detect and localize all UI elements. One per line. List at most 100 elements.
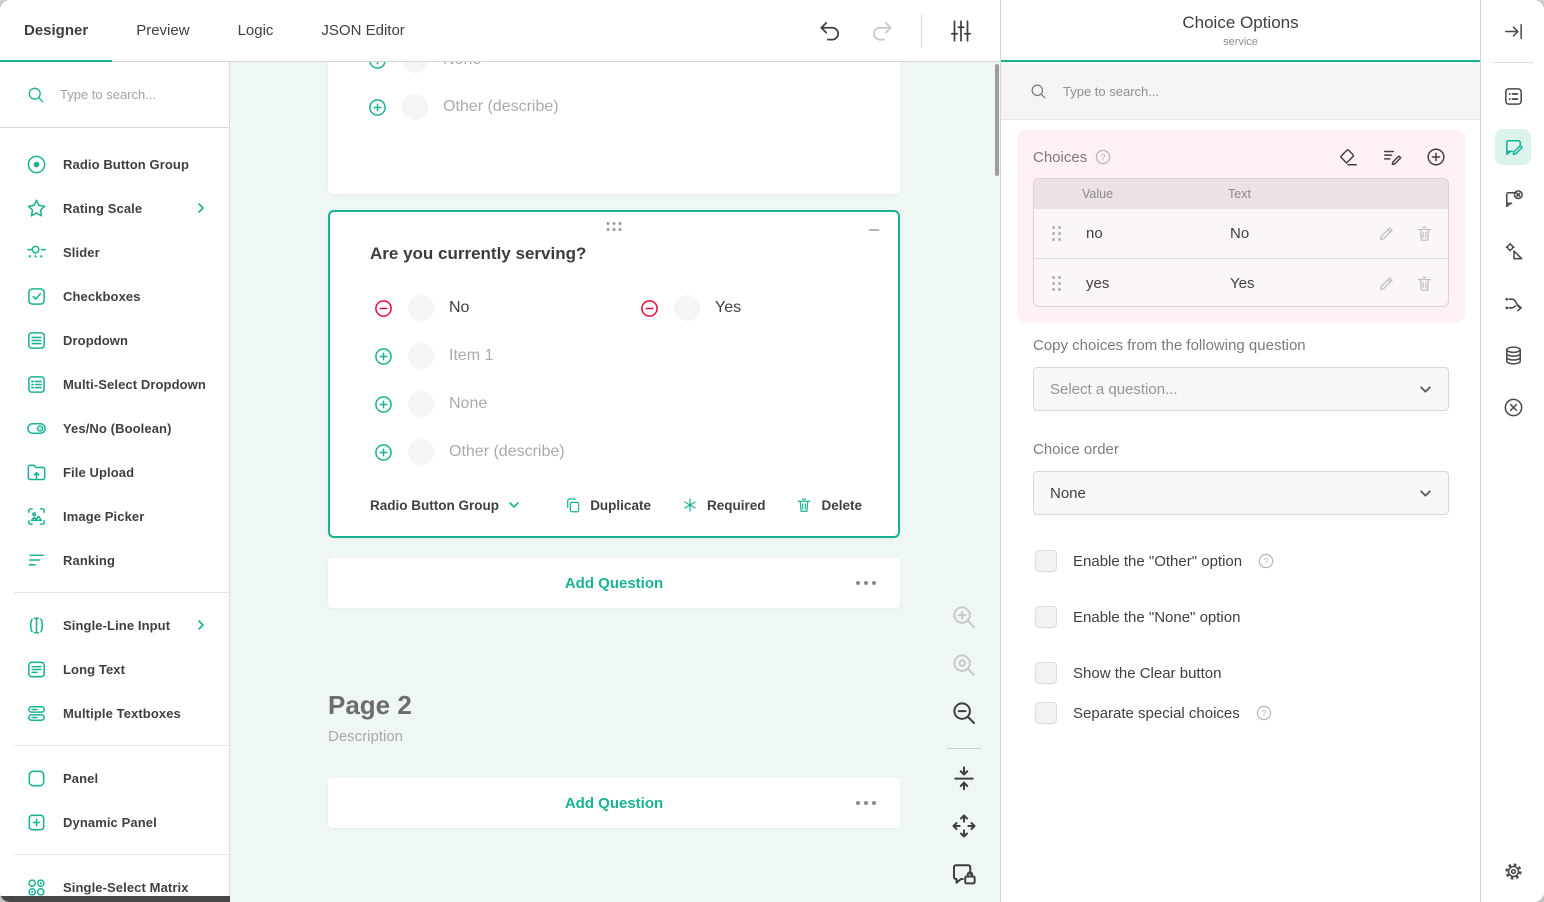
toolbox-item-boolean[interactable]: Yes/No (Boolean) xyxy=(0,406,229,450)
minus-circle-icon[interactable] xyxy=(640,299,659,318)
zoom-out-icon[interactable] xyxy=(949,698,979,728)
toolbox-item-checkboxes[interactable]: Checkboxes xyxy=(0,274,229,318)
category-choices-icon[interactable] xyxy=(1495,129,1531,165)
question-title[interactable]: Are you currently serving? xyxy=(370,244,586,264)
checkbox[interactable] xyxy=(1035,702,1057,724)
checkbox[interactable] xyxy=(1035,662,1057,684)
question-type-selector[interactable]: Radio Button Group xyxy=(370,498,520,513)
edit-pencil-icon[interactable] xyxy=(1377,224,1396,243)
clear-eraser-icon[interactable] xyxy=(1337,146,1359,168)
zoom-in-icon[interactable] xyxy=(949,602,979,632)
plus-circle-icon[interactable] xyxy=(368,62,387,70)
plus-circle-icon[interactable] xyxy=(368,98,387,117)
collapse-question-icon[interactable] xyxy=(866,222,882,238)
toolbox-item-slider[interactable]: Slider xyxy=(0,230,229,274)
radio-placeholder[interactable] xyxy=(674,295,700,321)
plus-circle-icon[interactable] xyxy=(374,347,393,366)
toolbox-item-ranking[interactable]: Ranking xyxy=(0,538,229,582)
drag-handle-icon[interactable] xyxy=(1052,226,1061,241)
page-description[interactable]: Description xyxy=(328,728,403,745)
choice-text[interactable]: No xyxy=(1230,225,1249,242)
choice-label[interactable]: Other (describe) xyxy=(449,443,565,461)
choice-label[interactable]: No xyxy=(449,299,469,317)
zoom-reset-icon[interactable] xyxy=(949,650,979,680)
edit-pencil-icon[interactable] xyxy=(1377,274,1396,293)
page-title[interactable]: Page 2 xyxy=(328,690,412,721)
trash-icon[interactable] xyxy=(1415,224,1434,243)
category-flow-icon[interactable] xyxy=(1495,285,1531,321)
toolbox-item-dropdown[interactable]: Dropdown xyxy=(0,318,229,362)
toolbox-item-image-picker[interactable]: Image Picker xyxy=(0,494,229,538)
toolbox-item-multiple-textboxes[interactable]: Multiple Textboxes xyxy=(0,691,229,735)
question-card-selected[interactable]: Are you currently serving? No Yes Item 1 xyxy=(328,210,900,538)
tab-designer[interactable]: Designer xyxy=(0,0,112,61)
tab-preview[interactable]: Preview xyxy=(112,0,213,61)
more-options-icon[interactable] xyxy=(856,801,876,805)
add-question-button[interactable]: Add Question xyxy=(565,795,663,812)
canvas-scrollbar[interactable] xyxy=(995,64,999,176)
duplicate-button[interactable]: Duplicate xyxy=(564,496,651,514)
toolbox-item-radio-button-group[interactable]: Radio Button Group xyxy=(0,142,229,186)
category-validation-icon[interactable] xyxy=(1495,389,1531,425)
required-button[interactable]: Required xyxy=(681,496,766,514)
plus-circle-icon[interactable] xyxy=(374,395,393,414)
add-choice-icon[interactable] xyxy=(1425,146,1447,168)
collapse-panel-icon[interactable] xyxy=(1495,13,1531,49)
toggle-enable-none[interactable]: Enable the "None" option xyxy=(1035,605,1240,629)
plus-circle-icon[interactable] xyxy=(374,443,393,462)
redo-icon[interactable] xyxy=(869,18,895,44)
choice-order-select[interactable]: None xyxy=(1033,471,1449,515)
choice-table-row[interactable]: yes Yes xyxy=(1034,258,1448,307)
collapse-all-icon[interactable] xyxy=(949,763,979,793)
checkbox[interactable] xyxy=(1035,606,1057,628)
checkbox[interactable] xyxy=(1035,550,1057,572)
choice-text[interactable]: Yes xyxy=(1230,275,1254,292)
category-data-icon[interactable] xyxy=(1495,337,1531,373)
toggle-show-clear[interactable]: Show the Clear button xyxy=(1035,661,1221,685)
adjustments-icon[interactable] xyxy=(948,18,974,44)
add-question-button[interactable]: Add Question xyxy=(565,575,663,592)
lock-comments-icon[interactable] xyxy=(949,859,979,889)
toggle-separate-special[interactable]: Separate special choices ? xyxy=(1035,701,1272,725)
choice-value[interactable]: yes xyxy=(1086,275,1109,292)
trash-icon[interactable] xyxy=(1415,274,1434,293)
choice-value[interactable]: no xyxy=(1086,225,1103,242)
drag-handle-icon[interactable] xyxy=(607,222,622,231)
undo-icon[interactable] xyxy=(817,18,843,44)
toolbox-item-panel[interactable]: Panel xyxy=(0,756,229,800)
delete-button[interactable]: Delete xyxy=(795,496,862,514)
settings-gear-icon[interactable] xyxy=(1495,853,1531,889)
choice-label[interactable]: Item 1 xyxy=(449,347,493,365)
toolbox-search-input[interactable] xyxy=(60,87,210,102)
help-icon[interactable]: ? xyxy=(1256,705,1272,721)
category-logic-icon[interactable] xyxy=(1495,181,1531,217)
more-options-icon[interactable] xyxy=(856,581,876,585)
radio-placeholder[interactable] xyxy=(408,439,434,465)
tab-logic[interactable]: Logic xyxy=(214,0,298,61)
toolbox-item-rating-scale[interactable]: Rating Scale xyxy=(0,186,229,230)
minus-circle-icon[interactable] xyxy=(374,299,393,318)
choice-table-row[interactable]: no No xyxy=(1034,209,1448,258)
toolbox-item-long-text[interactable]: Long Text xyxy=(0,647,229,691)
help-icon[interactable]: ? xyxy=(1095,149,1111,165)
drag-handle-icon[interactable] xyxy=(1052,276,1061,291)
category-layout-icon[interactable] xyxy=(1495,233,1531,269)
toolbox-item-file-upload[interactable]: File Upload xyxy=(0,450,229,494)
category-general-icon[interactable] xyxy=(1495,78,1531,114)
toolbox-item-dynamic-panel[interactable]: Dynamic Panel xyxy=(0,800,229,844)
tab-json-editor[interactable]: JSON Editor xyxy=(297,0,428,61)
radio-placeholder[interactable] xyxy=(408,343,434,369)
toggle-enable-other[interactable]: Enable the "Other" option ? xyxy=(1035,549,1274,573)
copy-choices-select[interactable]: Select a question... xyxy=(1033,367,1449,411)
properties-search-input[interactable] xyxy=(1063,84,1393,99)
fast-entry-icon[interactable] xyxy=(1381,146,1403,168)
toolbox-item-single-line-input[interactable]: Single-Line Input xyxy=(0,603,229,647)
choice-label[interactable]: Yes xyxy=(715,299,741,317)
expand-move-icon[interactable] xyxy=(949,811,979,841)
toolbox-item-multi-select-dropdown[interactable]: Multi-Select Dropdown xyxy=(0,362,229,406)
choice-label[interactable]: None xyxy=(449,395,487,413)
question-card-previous[interactable]: None Other (describe) xyxy=(328,62,900,194)
radio-placeholder[interactable] xyxy=(408,295,434,321)
help-icon[interactable]: ? xyxy=(1258,553,1274,569)
radio-placeholder[interactable] xyxy=(408,391,434,417)
